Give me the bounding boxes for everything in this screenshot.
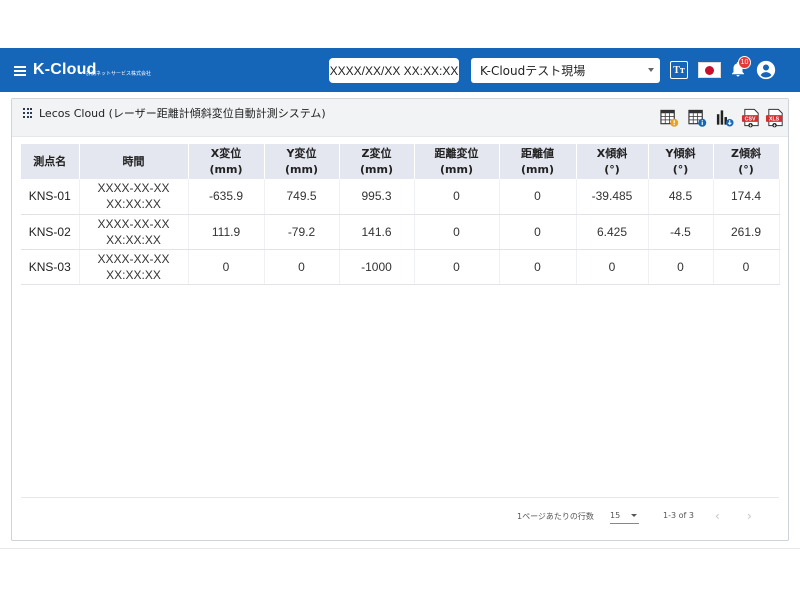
cell-point: KNS-03 xyxy=(21,249,80,285)
cell-y-tilt: -4.5 xyxy=(648,214,714,250)
calendar-warning-icon[interactable] xyxy=(660,108,679,128)
header-z-tilt[interactable]: Z傾斜 (°) xyxy=(713,144,780,179)
cell-distance-value: 0 xyxy=(499,214,577,250)
cell-y-tilt: 48.5 xyxy=(648,179,714,215)
cell-x-displacement: 0 xyxy=(188,249,265,285)
header-y-tilt[interactable]: Y傾斜 (°) xyxy=(648,144,714,179)
notification-badge: 10 xyxy=(738,56,751,69)
site-select-value: K-Cloudテスト現場 xyxy=(480,64,586,78)
chevron-down-icon xyxy=(648,68,654,72)
cell-time: XXXX-XX-XX XX:XX:XX xyxy=(79,249,189,285)
datetime-display: XXXX/XX/XX XX:XX:XX xyxy=(329,58,459,83)
cell-distance-value: 0 xyxy=(499,179,577,215)
table-row[interactable]: KNS-01 XXXX-XX-XX XX:XX:XX -635.9 749.5 9… xyxy=(21,179,780,215)
cell-point: KNS-02 xyxy=(21,214,80,250)
header-x-displacement[interactable]: X変位 (mm) xyxy=(188,144,265,179)
table-row[interactable]: KNS-03 XXXX-XX-XX XX:XX:XX 0 0 -1000 0 0 … xyxy=(21,249,780,285)
site-select[interactable]: K-Cloudテスト現場 xyxy=(471,58,660,83)
cell-x-tilt: 0 xyxy=(576,249,649,285)
cell-z-displacement: 141.6 xyxy=(339,214,415,250)
panel-title: Lecos Cloud (レーザー距離計傾斜変位自動計測システム) xyxy=(39,107,326,120)
top-blank-area xyxy=(0,0,800,48)
header-point[interactable]: 測点名 xyxy=(21,144,80,179)
next-page-icon[interactable]: › xyxy=(747,509,757,523)
rows-per-page-label: 1ページあたりの行数 xyxy=(517,512,594,521)
grid-icon xyxy=(23,108,33,118)
brand-company: 計測ネットサービス株式会社 xyxy=(86,71,152,77)
cell-z-tilt: 261.9 xyxy=(713,214,780,250)
pagination-bar: 1ページあたりの行数 15 1-3 of 3 ‹ › xyxy=(12,505,788,529)
rows-per-page-select[interactable]: 15 xyxy=(610,511,639,524)
header-distance-displacement[interactable]: 距離変位 (mm) xyxy=(414,144,500,179)
cell-time: XXXX-XX-XX XX:XX:XX xyxy=(79,214,189,250)
bar-chart-download-icon[interactable] xyxy=(715,108,734,128)
prev-page-icon[interactable]: ‹ xyxy=(715,509,725,523)
rows-per-page-value: 15 xyxy=(610,511,621,520)
cell-distance-displacement: 0 xyxy=(414,179,500,215)
header-distance-value[interactable]: 距離値 (mm) xyxy=(499,144,577,179)
csv-label: CSV xyxy=(745,117,756,123)
page-bottom-divider xyxy=(0,548,800,549)
font-size-button[interactable]: Tт xyxy=(670,61,688,79)
cell-point: KNS-01 xyxy=(21,179,80,215)
cell-z-displacement: -1000 xyxy=(339,249,415,285)
measurement-table-container: 測点名 時間 X変位 (mm) Y変位 (mm) Z変位 (mm) 距離変位 (mm) … xyxy=(21,144,780,285)
xls-download-icon[interactable]: XLS xyxy=(765,108,786,128)
table-row[interactable]: KNS-02 XXXX-XX-XX XX:XX:XX 111.9 -79.2 14… xyxy=(21,214,780,250)
cell-x-displacement: -635.9 xyxy=(188,179,265,215)
table-header-row: 測点名 時間 X変位 (mm) Y変位 (mm) Z変位 (mm) 距離変位 (mm) … xyxy=(21,144,780,179)
csv-download-icon[interactable]: CSV xyxy=(741,108,762,128)
measurement-table: 測点名 時間 X変位 (mm) Y変位 (mm) Z変位 (mm) 距離変位 (mm) … xyxy=(21,144,780,285)
chevron-down-icon xyxy=(631,514,637,517)
cell-x-displacement: 111.9 xyxy=(188,214,265,250)
cell-x-tilt: -39.485 xyxy=(576,179,649,215)
cell-y-displacement: 0 xyxy=(264,249,340,285)
table-bottom-divider xyxy=(21,497,779,498)
header-x-tilt[interactable]: X傾斜 (°) xyxy=(576,144,649,179)
japan-flag-icon[interactable] xyxy=(698,62,721,78)
cell-y-displacement: -79.2 xyxy=(264,214,340,250)
panel-header: Lecos Cloud (レーザー距離計傾斜変位自動計測システム) CSV XL… xyxy=(12,99,788,137)
menu-icon[interactable] xyxy=(14,66,26,76)
cell-distance-displacement: 0 xyxy=(414,214,500,250)
header-y-displacement[interactable]: Y変位 (mm) xyxy=(264,144,340,179)
cell-y-displacement: 749.5 xyxy=(264,179,340,215)
cell-y-tilt: 0 xyxy=(648,249,714,285)
data-panel: Lecos Cloud (レーザー距離計傾斜変位自動計測システム) CSV XL… xyxy=(11,98,789,541)
header-time[interactable]: 時間 xyxy=(79,144,189,179)
calendar-info-icon[interactable] xyxy=(688,108,707,128)
cell-z-tilt: 174.4 xyxy=(713,179,780,215)
cell-z-displacement: 995.3 xyxy=(339,179,415,215)
cell-x-tilt: 6.425 xyxy=(576,214,649,250)
xls-label: XLS xyxy=(769,117,780,123)
cell-distance-displacement: 0 xyxy=(414,249,500,285)
header-z-displacement[interactable]: Z変位 (mm) xyxy=(339,144,415,179)
account-icon[interactable] xyxy=(756,60,776,80)
pagination-range: 1-3 of 3 xyxy=(663,511,694,520)
cell-distance-value: 0 xyxy=(499,249,577,285)
cell-time: XXXX-XX-XX XX:XX:XX xyxy=(79,179,189,215)
cell-z-tilt: 0 xyxy=(713,249,780,285)
